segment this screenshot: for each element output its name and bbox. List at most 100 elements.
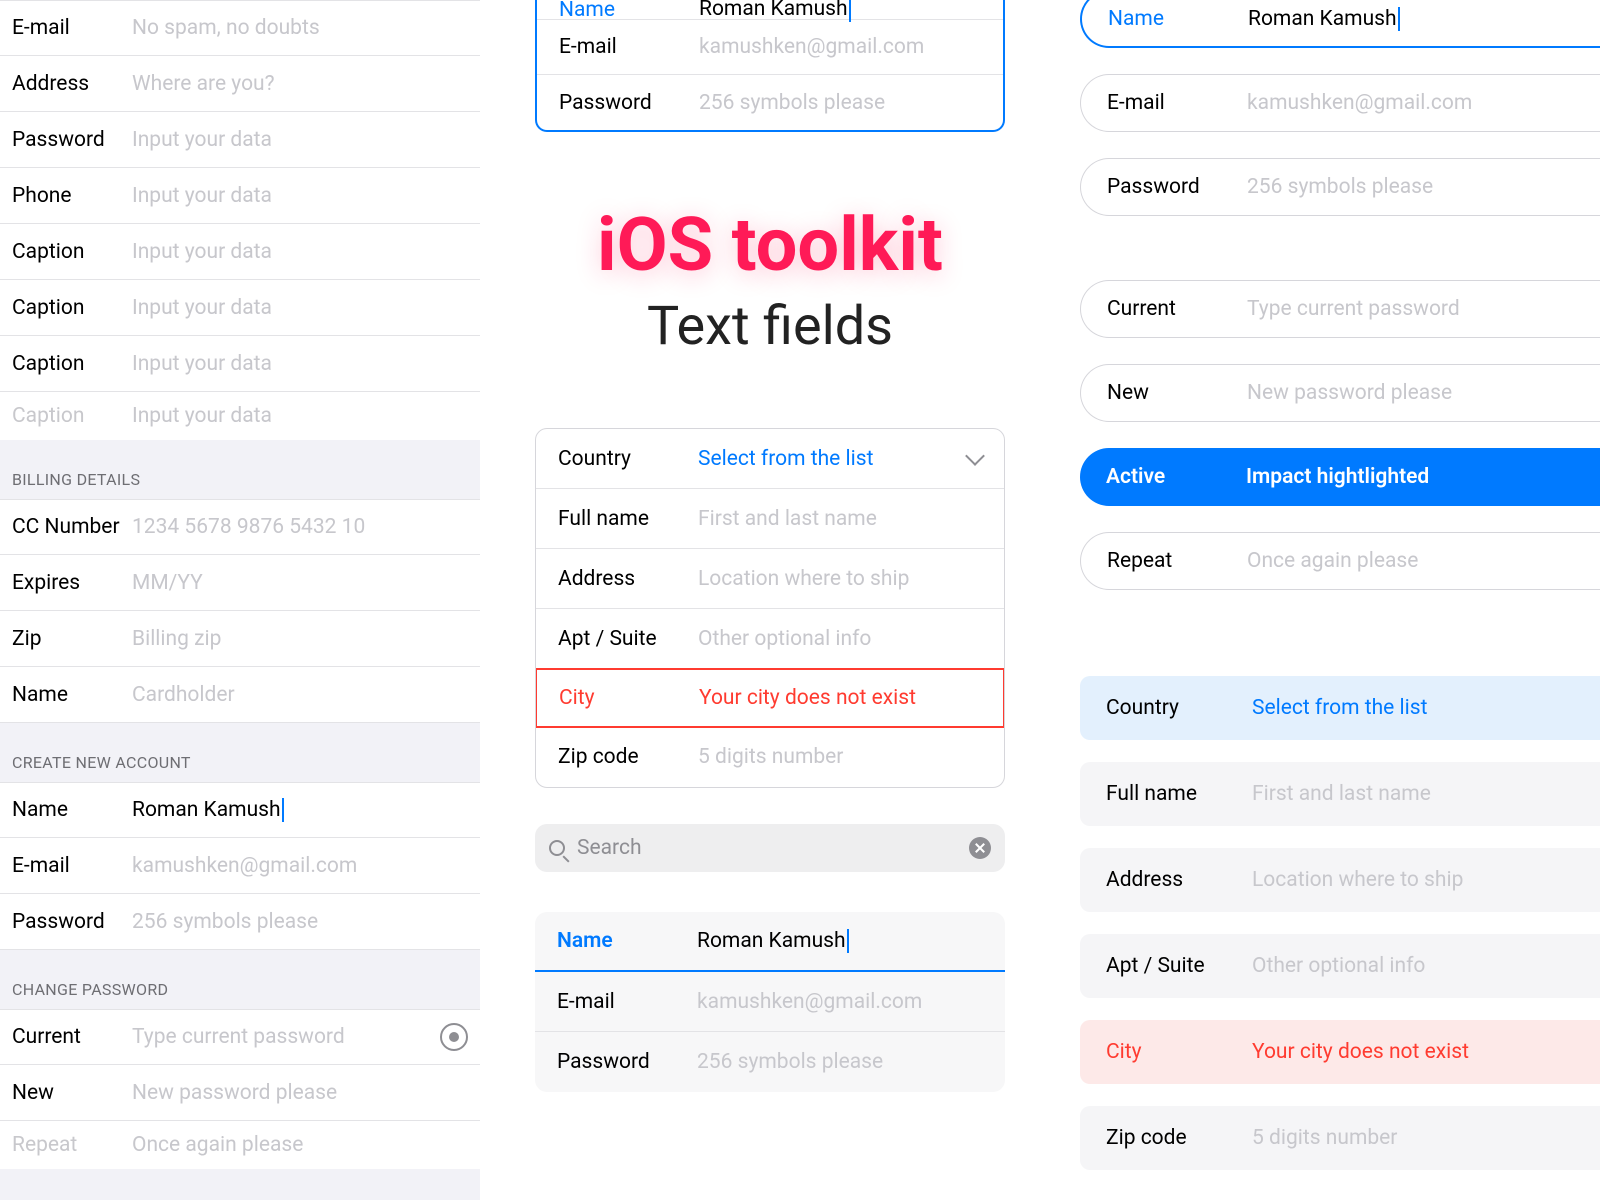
pill-name[interactable]: NameRoman Kamush — [1080, 0, 1600, 48]
placeholder: kamushken@gmail.com — [1247, 91, 1574, 115]
pill-password[interactable]: Password256 symbols please — [1080, 158, 1600, 216]
eye-icon[interactable] — [440, 1023, 468, 1051]
pill-repeat[interactable]: RepeatOnce again please — [1080, 532, 1600, 590]
error-text: Your city does not exist — [1252, 1040, 1574, 1064]
label: Password — [12, 910, 132, 934]
placeholder: Input your data — [132, 128, 468, 152]
pill-active[interactable]: ActiveImpact hightlighted — [1080, 448, 1600, 506]
placeholder: Where are you? — [132, 72, 468, 96]
page-title: iOS toolkit — [480, 202, 1060, 289]
label: Full name — [558, 507, 698, 531]
label: E-mail — [1107, 91, 1247, 115]
field-phone[interactable]: PhoneInput your data — [0, 168, 480, 224]
label: CC Number — [12, 515, 132, 539]
placeholder: Input your data — [132, 404, 468, 428]
field-apt-suite[interactable]: Apt / SuiteOther optional info — [536, 609, 1004, 669]
label: Current — [12, 1025, 132, 1049]
label: Repeat — [12, 1133, 132, 1157]
label: Expires — [12, 571, 132, 595]
block-fullname[interactable]: Full nameFirst and last name — [1080, 762, 1600, 826]
placeholder: Other optional info — [698, 627, 982, 651]
placeholder: New password please — [132, 1081, 468, 1105]
pill-email[interactable]: E-mailkamushken@gmail.com — [1080, 74, 1600, 132]
text-cursor — [1398, 7, 1400, 31]
clear-icon[interactable] — [969, 837, 991, 859]
placeholder: 5 digits number — [1252, 1126, 1574, 1150]
placeholder: MM/YY — [132, 571, 468, 595]
field-zip[interactable]: ZipBilling zip — [0, 611, 480, 667]
block-country[interactable]: CountrySelect from the list — [1080, 676, 1600, 740]
label: Apt / Suite — [1106, 954, 1252, 978]
field-name[interactable]: NameRoman Kamush — [0, 782, 480, 838]
block-zipcode[interactable]: Zip code5 digits number — [1080, 1106, 1600, 1170]
pill-new[interactable]: NewNew password please — [1080, 364, 1600, 422]
error-text: Your city does not exist — [699, 686, 981, 710]
text-cursor — [282, 798, 284, 822]
label: E-mail — [559, 35, 699, 59]
page-subtitle: Text fields — [480, 295, 1060, 358]
field-caption-3[interactable]: CaptionInput your data — [0, 336, 480, 392]
field-cardholder[interactable]: NameCardholder — [0, 667, 480, 723]
field-country[interactable]: CountrySelect from the list — [536, 429, 1004, 489]
placeholder: Input your data — [132, 184, 468, 208]
change-password-header: CHANGE PASSWORD — [0, 950, 480, 1009]
field-email[interactable]: E-mailNo spam, no doubts — [0, 0, 480, 56]
search-icon — [549, 840, 565, 856]
label: Zip — [12, 627, 132, 651]
placeholder: Location where to ship — [698, 567, 982, 591]
field-repeat-pw[interactable]: RepeatOnce again please — [0, 1121, 480, 1169]
field-new-pw[interactable]: NewNew password please — [0, 1065, 480, 1121]
field-password[interactable]: PasswordInput your data — [0, 112, 480, 168]
block-address[interactable]: AddressLocation where to ship — [1080, 848, 1600, 912]
field-caption-2[interactable]: CaptionInput your data — [0, 280, 480, 336]
label: Caption — [12, 240, 132, 264]
field-city[interactable]: CityYour city does not exist — [535, 668, 1005, 728]
value: Select from the list — [1252, 696, 1574, 720]
label: Caption — [12, 296, 132, 320]
label: Country — [558, 447, 698, 471]
field-expires[interactable]: ExpiresMM/YY — [0, 555, 480, 611]
label: Address — [558, 567, 698, 591]
value: Roman Kamush — [132, 798, 468, 822]
create-account-header: CREATE NEW ACCOUNT — [0, 723, 480, 782]
field-password[interactable]: Password256 symbols please — [535, 1032, 1005, 1092]
label: Zip code — [558, 745, 698, 769]
field-name[interactable]: NameRoman Kamush — [537, 0, 1003, 20]
label: Country — [1106, 696, 1252, 720]
label: Zip code — [1106, 1126, 1252, 1150]
label: Apt / Suite — [558, 627, 698, 651]
field-name[interactable]: NameRoman Kamush — [535, 912, 1005, 972]
block-city[interactable]: CityYour city does not exist — [1080, 1020, 1600, 1084]
field-address[interactable]: AddressLocation where to ship — [536, 549, 1004, 609]
label: Active — [1106, 465, 1246, 489]
field-create-email[interactable]: E-mailkamushken@gmail.com — [0, 838, 480, 894]
label: Password — [12, 128, 132, 152]
label: E-mail — [557, 990, 697, 1014]
field-create-password[interactable]: Password256 symbols please — [0, 894, 480, 950]
field-fullname[interactable]: Full nameFirst and last name — [536, 489, 1004, 549]
label: Caption — [12, 404, 132, 428]
field-address[interactable]: AddressWhere are you? — [0, 56, 480, 112]
placeholder: Input your data — [132, 352, 468, 376]
placeholder: 256 symbols please — [132, 910, 468, 934]
placeholder: New password please — [1247, 381, 1574, 405]
pill-current[interactable]: CurrentType current password — [1080, 280, 1600, 338]
field-zipcode[interactable]: Zip code5 digits number — [536, 727, 1004, 787]
field-password[interactable]: Password256 symbols please — [537, 75, 1003, 130]
search-input[interactable]: Search — [535, 824, 1005, 872]
field-cc-number[interactable]: CC Number1234 5678 9876 5432 10 — [0, 499, 480, 555]
field-email[interactable]: E-mailkamushken@gmail.com — [535, 972, 1005, 1032]
value: Roman Kamush — [699, 0, 981, 22]
field-caption-1[interactable]: CaptionInput your data — [0, 224, 480, 280]
field-email[interactable]: E-mailkamushken@gmail.com — [537, 20, 1003, 75]
label: Name — [1108, 7, 1248, 31]
bottom-card: NameRoman Kamush E-mailkamushken@gmail.c… — [535, 912, 1005, 1092]
label: Name — [557, 929, 697, 953]
placeholder: No spam, no doubts — [132, 16, 468, 40]
placeholder: Once again please — [1247, 549, 1574, 573]
field-current-pw[interactable]: CurrentType current password — [0, 1009, 480, 1065]
block-apt-suite[interactable]: Apt / SuiteOther optional info — [1080, 934, 1600, 998]
placeholder: kamushken@gmail.com — [699, 35, 981, 59]
field-caption-4[interactable]: CaptionInput your data — [0, 392, 480, 440]
billing-header: BILLING DETAILS — [0, 440, 480, 499]
